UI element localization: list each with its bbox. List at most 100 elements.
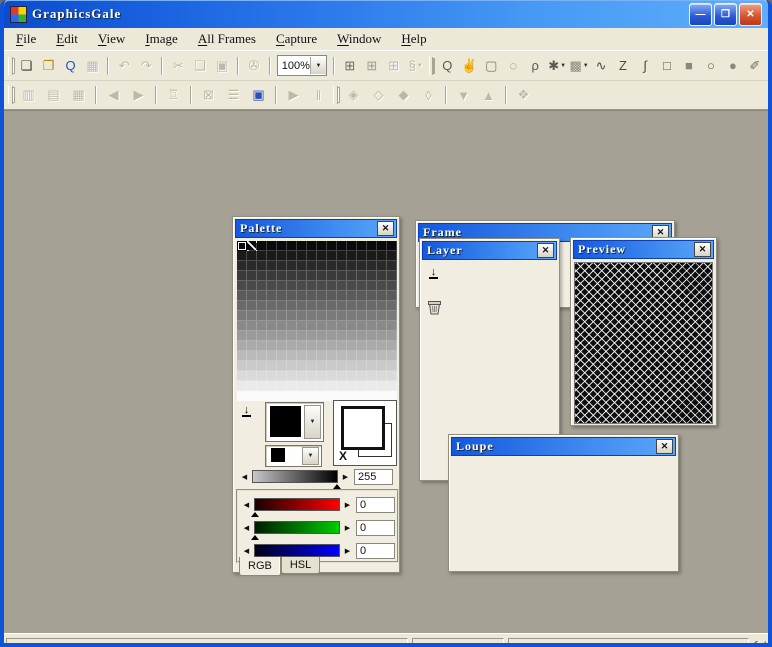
toolbar-grip[interactable] [8,57,13,75]
palette-cell[interactable] [327,281,337,291]
palette-cell[interactable] [337,241,347,251]
add-frame-button[interactable]: ▥ [16,84,41,107]
palette-cell[interactable] [317,361,327,371]
foreground-color-dropdown[interactable]: ▼ [304,405,321,439]
palette-cell[interactable] [297,311,307,321]
palette-cell[interactable] [357,361,367,371]
foreground-color-swatch[interactable] [270,406,301,437]
palette-cell[interactable] [317,341,327,351]
palette-cell[interactable] [277,241,287,251]
palette-cell[interactable] [247,361,257,371]
palette-cell[interactable] [237,371,247,381]
palette-cell[interactable] [317,261,327,271]
palette-cell[interactable] [377,271,387,281]
palette-cell[interactable] [307,391,317,401]
palette-cell[interactable] [367,261,377,271]
palette-cell[interactable] [337,301,347,311]
next-frame-button[interactable]: ▶ [126,84,151,107]
palette-cell[interactable] [357,291,367,301]
palette-cell[interactable] [267,351,277,361]
palette-cell[interactable] [347,341,357,351]
palette-cell[interactable] [307,381,317,391]
palette-cell[interactable] [277,321,287,331]
palette-cell[interactable] [317,311,327,321]
palette-cell[interactable] [257,381,267,391]
palette-cell[interactable] [327,361,337,371]
palette-cell[interactable] [367,351,377,361]
palette-cell[interactable] [257,341,267,351]
palette-cell[interactable] [387,251,397,261]
browse-button[interactable]: Q [60,54,82,77]
palette-cell[interactable] [277,301,287,311]
palette-cell[interactable] [377,321,387,331]
palette-cell[interactable] [327,251,337,261]
palette-cell[interactable] [277,291,287,301]
palette-cell[interactable] [367,331,377,341]
palette-cell[interactable] [247,281,257,291]
palette-cell[interactable] [317,351,327,361]
palette-cell[interactable] [287,391,297,401]
acquire-button[interactable]: ✇ [243,54,265,77]
play-button[interactable]: ▶ [281,84,306,107]
palette-cell[interactable] [267,311,277,321]
selection-grid-button[interactable]: ⊞ [383,54,405,77]
minimize-button[interactable]: — [689,3,712,26]
toolbar-grip[interactable] [429,57,434,75]
palette-cell[interactable] [237,271,247,281]
palette-cell[interactable] [327,331,337,341]
palette-cell[interactable] [237,361,247,371]
ellipse-tool-button[interactable]: ○ [700,54,722,77]
palette-cell[interactable] [387,331,397,341]
palette-cell[interactable] [237,241,247,251]
palette-cell[interactable] [347,251,357,261]
palette-cell[interactable] [277,281,287,291]
palette-cell[interactable] [337,261,347,271]
onion-skin-button[interactable]: §▼ [405,54,427,77]
palette-cell[interactable] [327,311,337,321]
palette-cell[interactable] [297,341,307,351]
palette-cell[interactable] [297,281,307,291]
preview-title-bar[interactable]: Preview ✕ [573,240,714,259]
palette-cell[interactable] [307,281,317,291]
palette-cell[interactable] [247,271,257,281]
palette-cell[interactable] [317,381,327,391]
palette-cell[interactable] [297,241,307,251]
palette-cell[interactable] [327,291,337,301]
polyline-tool-button[interactable]: Z [612,54,634,77]
palette-cell[interactable] [247,351,257,361]
palette-cell[interactable] [257,261,267,271]
palette-cell[interactable] [237,351,247,361]
palette-cell[interactable] [337,331,347,341]
palette-cell[interactable] [297,291,307,301]
zoom-combo-dropdown-icon[interactable]: ▼ [310,57,326,74]
palette-cell[interactable] [347,261,357,271]
palette-cell[interactable] [297,381,307,391]
palette-cell[interactable] [237,391,247,401]
palette-cell[interactable] [287,281,297,291]
palette-cell[interactable] [267,291,277,301]
palette-cell[interactable] [287,341,297,351]
palette-cell[interactable] [387,291,397,301]
palette-cell[interactable] [247,341,257,351]
palette-cell[interactable] [357,261,367,271]
palette-cell[interactable] [317,291,327,301]
red-value-field[interactable]: 0 [356,497,395,513]
palette-cell[interactable] [377,301,387,311]
palette-cell[interactable] [237,311,247,321]
palette-cell[interactable] [277,351,287,361]
show-layer-button[interactable]: ◇ [366,84,391,107]
palette-cell[interactable] [237,261,247,271]
palette-cell[interactable] [367,291,377,301]
alpha-value-field[interactable]: 255 [354,469,393,485]
palette-cell[interactable] [337,271,347,281]
palette-cell[interactable] [327,381,337,391]
menu-item-window[interactable]: Window [329,29,389,49]
add-layer-button[interactable]: ◈ [341,84,366,107]
palette-cell[interactable] [237,281,247,291]
palette-cell[interactable] [297,261,307,271]
palette-cell[interactable] [257,311,267,321]
palette-cell[interactable] [317,321,327,331]
palette-cell[interactable] [267,381,277,391]
toolbar-grip[interactable] [8,86,13,104]
palette-cell[interactable] [327,261,337,271]
